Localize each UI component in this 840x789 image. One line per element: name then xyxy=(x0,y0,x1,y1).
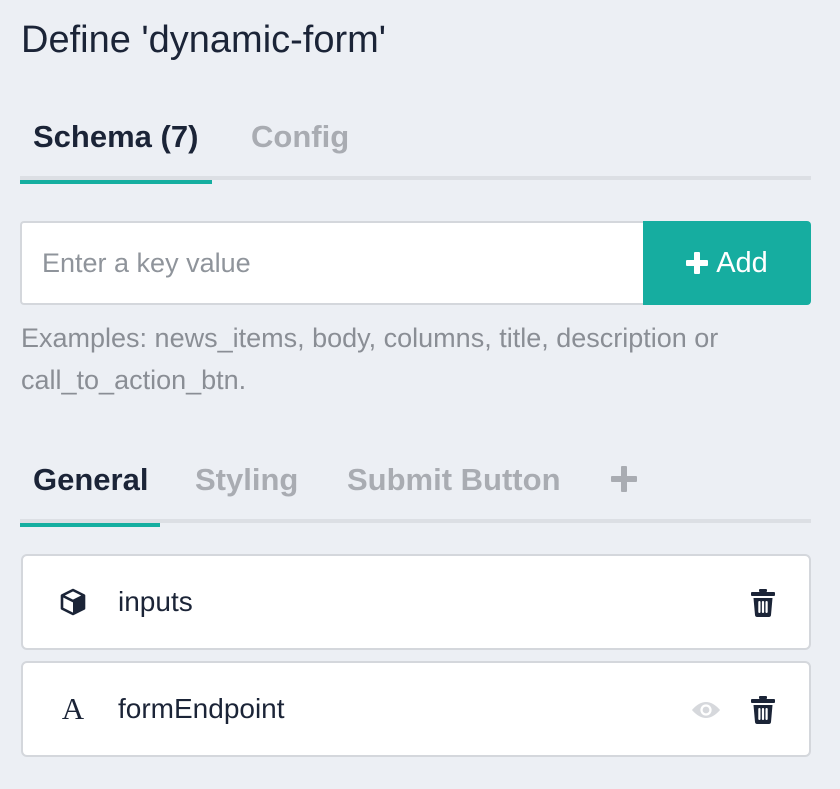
active-tab-indicator xyxy=(20,180,213,184)
text-type-icon: A xyxy=(59,691,87,726)
plus-icon xyxy=(686,252,709,274)
cube-icon xyxy=(59,588,87,616)
active-tab-indicator xyxy=(20,523,161,527)
tab-submit-button-label: Submit Button xyxy=(347,462,561,497)
add-key-row: Add xyxy=(20,221,811,305)
tab-general-label: General xyxy=(33,462,149,497)
add-button[interactable]: Add xyxy=(643,221,811,305)
tab-config[interactable]: Config xyxy=(251,118,349,180)
tab-config-label: Config xyxy=(251,119,350,154)
field-name: inputs xyxy=(118,586,193,617)
tab-submit-button[interactable]: Submit Button xyxy=(347,461,561,523)
field-row[interactable]: inputs xyxy=(21,554,811,650)
schema-tab-bar: Schema (7) Config xyxy=(20,118,811,184)
eye-icon[interactable] xyxy=(691,695,721,725)
add-button-label: Add xyxy=(716,246,768,279)
tab-schema[interactable]: Schema (7) xyxy=(20,118,213,184)
field-group-tab-bar: General Styling Submit Button xyxy=(20,461,811,527)
tab-schema-label: Schema (7) xyxy=(33,119,199,154)
tab-styling-label: Styling xyxy=(195,462,299,497)
key-examples-hint: Examples: news_items, body, columns, tit… xyxy=(21,323,719,395)
key-input[interactable] xyxy=(20,221,644,305)
trash-icon[interactable] xyxy=(748,588,778,618)
plus-icon xyxy=(611,465,637,497)
trash-icon[interactable] xyxy=(748,695,778,725)
field-row[interactable]: A formEndpoint xyxy=(21,661,811,757)
field-name: formEndpoint xyxy=(118,693,285,724)
page-title: Define 'dynamic-form' xyxy=(21,19,387,61)
tab-styling[interactable]: Styling xyxy=(195,461,298,523)
add-tab-button[interactable] xyxy=(609,461,639,501)
text-type-letter: A xyxy=(61,691,85,726)
tab-general[interactable]: General xyxy=(20,461,161,527)
